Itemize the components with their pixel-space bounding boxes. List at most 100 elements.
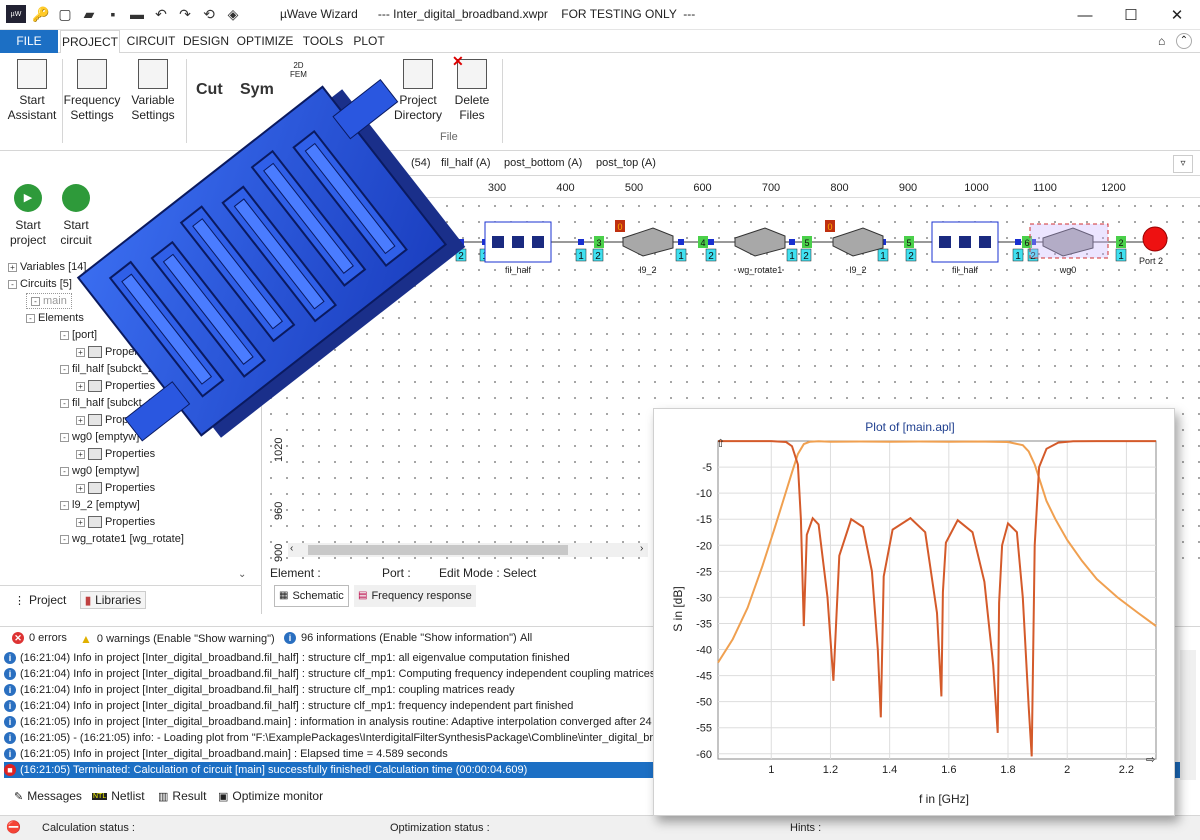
tab-libraries[interactable]: ▮ Libraries — [80, 591, 147, 609]
all-filter[interactable]: All — [520, 632, 532, 644]
key-icon[interactable]: 🔑 — [32, 5, 50, 23]
tree-item-properties[interactable]: + Properties — [76, 480, 155, 496]
collapse-icon[interactable]: - — [60, 534, 69, 544]
x-tick-label: 1 — [768, 764, 774, 776]
port-number-label: 1 — [880, 251, 886, 262]
expand-icon[interactable]: + — [76, 517, 85, 527]
tree-item-label: Properties — [105, 516, 156, 528]
new-file-icon[interactable]: ▢ — [56, 5, 74, 23]
netlist-icon: NTL — [92, 792, 108, 800]
save-all-icon[interactable]: ▬ — [128, 5, 146, 23]
status-bar: ⛔ Calculation status : Optimization stat… — [0, 815, 1200, 840]
marker-label: 0 — [617, 222, 622, 232]
redo-icon[interactable]: ↷ — [176, 5, 194, 23]
info-icon: i — [4, 732, 16, 744]
tab-project-tree[interactable]: ⋮ Project — [14, 593, 66, 607]
node-badge-label: 6 — [1024, 238, 1029, 248]
ruler-tick-label: 960 — [273, 501, 285, 520]
save-icon[interactable]: ▪ — [104, 5, 122, 23]
tab-messages[interactable]: ✎ Messages — [14, 789, 82, 803]
port2-label: Port 2 — [1139, 256, 1163, 266]
port-number-label: 1 — [789, 251, 795, 262]
document-name: --- Inter_digital_broadband.xwpr FOR TES… — [377, 7, 696, 21]
warnings-filter[interactable]: ▲ 0 warnings (Enable "Show warning") — [80, 632, 275, 646]
maximize-button[interactable]: ☐ — [1108, 0, 1154, 30]
tree-scroll-down-icon[interactable]: ⌄ — [238, 569, 246, 580]
tree-item-properties[interactable]: + Properties — [76, 514, 155, 530]
port-node — [678, 239, 684, 245]
tree-icon: ⋮ — [14, 594, 25, 607]
open-folder-icon[interactable]: ▰ — [80, 5, 98, 23]
log-text: (16:21:04) Info in project [Inter_digita… — [20, 652, 570, 664]
wand-icon — [17, 59, 47, 89]
y-tick-label: -10 — [696, 488, 712, 500]
app-logo-icon: µW — [6, 5, 26, 23]
monitor-icon: ▣ — [218, 790, 229, 803]
scroll-left-icon[interactable]: ‹ — [290, 543, 293, 554]
panel-tabs: ⋮ Project ▮ Libraries — [0, 585, 262, 613]
port-number-label: 1 — [578, 251, 584, 262]
log-scrollbar[interactable] — [1180, 650, 1196, 780]
log-text: (16:21:04) Info in project [Inter_digita… — [20, 684, 515, 696]
scrollbar-thumb[interactable] — [308, 545, 568, 555]
errors-filter[interactable]: ✕ 0 errors — [12, 632, 67, 644]
tab-schematic[interactable]: ▦ Schematic — [274, 585, 349, 607]
tab-libraries-label: Libraries — [95, 593, 142, 607]
collapse-icon[interactable]: - — [31, 296, 40, 306]
resonator-block — [512, 236, 524, 248]
window-title: µWave Wizard --- Inter_digital_broadband… — [280, 7, 695, 21]
play-icon: ▶ — [14, 184, 42, 212]
home-icon[interactable]: ⌂ — [1158, 34, 1165, 48]
optimization-status: Optimization status : — [390, 822, 490, 834]
element-status: Element : — [270, 566, 321, 580]
port-number-label: 1 — [678, 251, 684, 262]
port-node — [1015, 239, 1021, 245]
y-tick-label: -25 — [696, 566, 712, 578]
plot-area — [717, 440, 1157, 760]
y-tick-label: -55 — [696, 723, 712, 735]
tabs-menu-chevron-icon[interactable]: ▿ — [1173, 155, 1193, 173]
start-project-button[interactable]: ▶ Start project — [10, 184, 46, 248]
infos-filter[interactable]: i 96 informations (Enable "Show informati… — [284, 632, 517, 644]
info-icon: i — [4, 684, 16, 696]
port-node — [789, 239, 795, 245]
minimize-button[interactable]: — — [1062, 0, 1108, 30]
chart-title: Plot of [main.apl] — [865, 420, 954, 434]
node-badge-label: 4 — [700, 238, 705, 248]
plot-window[interactable]: Plot of [main.apl] f in [GHz] S in [dB] … — [653, 408, 1175, 816]
port-number-label: 1 — [1015, 251, 1021, 262]
start-project-label-1: Start — [15, 218, 41, 232]
x-tick-label: 1.2 — [823, 764, 838, 776]
y-axis-label: S in [dB] — [671, 586, 685, 631]
tree-item[interactable]: - l9_2 [emptyw] — [60, 497, 140, 513]
scroll-right-icon[interactable]: › — [640, 543, 643, 554]
expand-icon[interactable]: + — [76, 483, 85, 493]
tab-result[interactable]: ▥ Result — [158, 789, 206, 803]
collapse-ribbon-icon[interactable]: ⌃ — [1176, 33, 1192, 49]
collapse-icon[interactable]: - — [8, 279, 17, 289]
tab-frequency-response[interactable]: ▤ Frequency response — [354, 585, 476, 607]
doc-tab-post-bottom[interactable]: post_bottom (A) — [504, 157, 582, 169]
resonator-block — [492, 236, 504, 248]
calculation-status: Calculation status : — [42, 822, 135, 834]
collapse-icon[interactable]: - — [60, 500, 69, 510]
refresh-icon[interactable]: ⟲ — [200, 5, 218, 23]
ruler-tick-label: 500 — [624, 182, 644, 194]
log-text: (16:21:04) Info in project [Inter_digita… — [20, 668, 656, 680]
close-button[interactable]: ✕ — [1154, 0, 1200, 30]
tree-item[interactable]: - wg_rotate1 [wg_rotate] — [60, 531, 184, 547]
tab-netlist[interactable]: NTL Netlist — [92, 789, 145, 803]
element-label: wg_rotate1 — [737, 265, 783, 275]
expand-icon[interactable]: + — [8, 262, 17, 272]
3d-view-icon[interactable]: ◈ — [224, 5, 242, 23]
port-status: Port : — [382, 566, 411, 580]
element-label: l9_2 — [849, 265, 866, 275]
element-label: l9_2 — [639, 265, 656, 275]
error-icon: ✕ — [12, 632, 24, 644]
tab-optimize-monitor[interactable]: ▣ Optimize monitor — [218, 789, 323, 803]
doc-tab-post-top[interactable]: post_top (A) — [596, 157, 656, 169]
result-icon: ▥ — [158, 790, 169, 803]
log-text: (16:21:05) Terminated: Calculation of ci… — [20, 764, 528, 776]
collapse-icon[interactable]: - — [26, 313, 35, 323]
undo-icon[interactable]: ↶ — [152, 5, 170, 23]
